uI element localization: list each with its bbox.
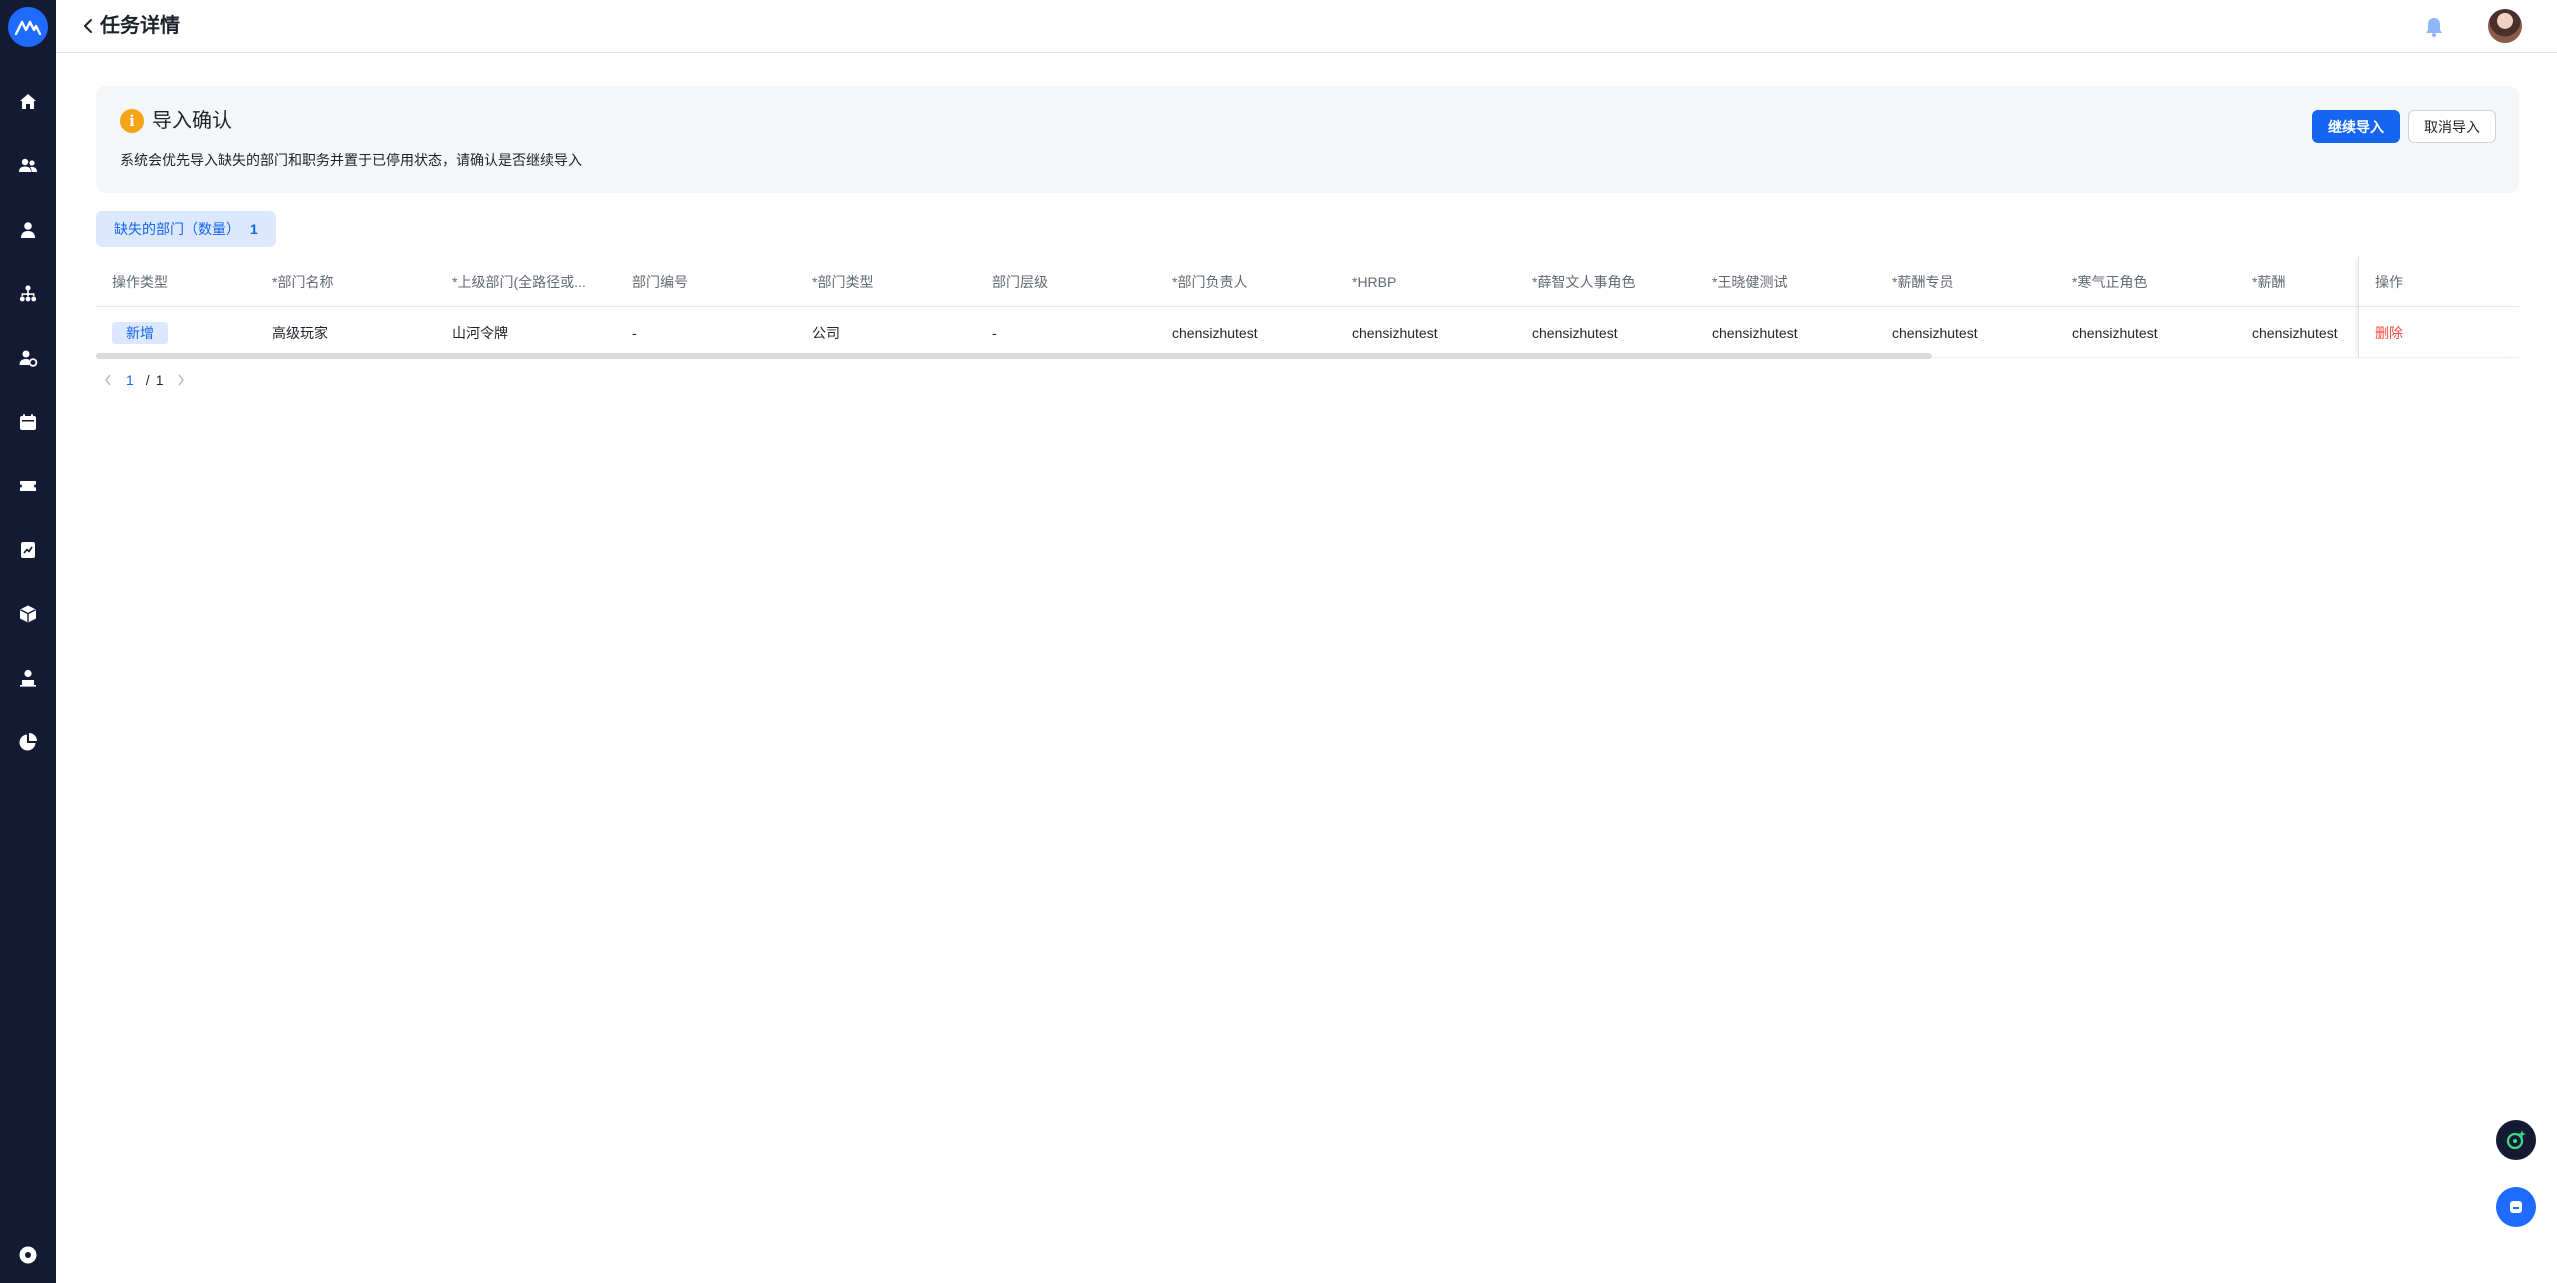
person-icon (21, 222, 35, 238)
chat-icon (2510, 1201, 2522, 1213)
tab-missing-departments[interactable]: 缺失的部门（数量） 1 (96, 211, 276, 247)
fixed-operation-column: 操作 删除 (2358, 256, 2519, 358)
col-header-dept-name: *部门名称 (272, 273, 334, 290)
chevron-left-icon (84, 19, 92, 33)
sidebar-settings[interactable] (16, 1243, 40, 1267)
org-chart-icon (19, 285, 37, 302)
chevron-left-icon (105, 374, 111, 386)
cell-dept-manager: chensizhutest (1172, 324, 1258, 341)
tab-count: 1 (250, 221, 258, 237)
cell-op-type: 新增 (112, 307, 252, 358)
sidebar-item-team[interactable] (16, 154, 40, 178)
current-page[interactable]: 1 (126, 372, 134, 388)
table-horizontal-scrollbar[interactable] (96, 353, 1932, 359)
col-header-dept-level: 部门层级 (992, 273, 1048, 290)
home-icon (20, 94, 36, 109)
user-badge-icon (20, 669, 36, 687)
settings-icon (19, 1246, 37, 1264)
pagination: 1 / 1 (100, 368, 189, 392)
op-type-tag: 新增 (112, 321, 168, 344)
sidebar-item-ticket[interactable] (16, 474, 40, 498)
continue-import-button[interactable]: 继续导入 (2312, 110, 2400, 143)
sidebar-item-cube[interactable] (16, 602, 40, 626)
sidebar-item-user-settings[interactable] (16, 346, 40, 370)
cell-dept-code: - (632, 324, 637, 341)
col-header-op-type: 操作类型 (112, 273, 168, 290)
col-header-payroll-specialist: *薪酬专员 (1892, 273, 1954, 290)
app-logo[interactable] (8, 7, 48, 47)
sidebar-item-user-badge[interactable] (16, 666, 40, 690)
next-page-button[interactable] (173, 374, 189, 386)
page-header: 任务详情 (56, 0, 2557, 53)
prev-page-button[interactable] (100, 374, 116, 386)
info-icon: i (120, 109, 144, 133)
cell-dept-level: - (992, 324, 997, 341)
sidebar-item-pie[interactable] (16, 730, 40, 754)
sidebar-item-org[interactable] (16, 282, 40, 306)
help-chat-button[interactable] (2496, 1187, 2536, 1227)
team-icon (19, 158, 37, 172)
col-header-hr-role: *薛智文人事角色 (1532, 273, 1636, 290)
departments-table: 操作类型 *部门名称 *上级部门(全路径或... 部门编号 *部门类型 部门层级… (96, 256, 2519, 360)
cell-dept-name: 高级玩家 (272, 324, 328, 341)
table-row: 新增 高级玩家 山河令牌 - 公司 - chensizhutest chensi… (96, 307, 2519, 358)
back-button[interactable] (76, 14, 100, 38)
user-settings-icon (19, 350, 38, 367)
delete-row-button[interactable]: 删除 (2375, 307, 2403, 358)
confirm-description: 系统会优先导入缺失的部门和职务并置于已停用状态，请确认是否继续导入 (120, 152, 582, 168)
cell-payroll: chensizhutest (2252, 324, 2338, 341)
chevron-right-icon (178, 374, 185, 386)
pie-chart-icon (19, 733, 37, 751)
cell-hr-role: chensizhutest (1532, 324, 1618, 341)
bell-icon (2426, 18, 2442, 37)
col-header-payroll: *薪酬 (2252, 273, 2286, 290)
calendar-icon (20, 414, 36, 430)
app-root: 任务详情 i 导入确认 系统会优先导入缺失的部门和职务并置于已停用状态，请确认是… (0, 0, 2557, 1283)
notification-button[interactable] (2423, 16, 2445, 38)
sidebar-item-home[interactable] (16, 90, 40, 114)
cell-hrbp: chensizhutest (1352, 324, 1438, 341)
table-header: 操作类型 *部门名称 *上级部门(全路径或... 部门编号 *部门类型 部门层级… (96, 256, 2519, 307)
import-confirm-panel: i 导入确认 系统会优先导入缺失的部门和职务并置于已停用状态，请确认是否继续导入… (96, 86, 2519, 193)
total-pages: 1 (155, 372, 164, 388)
cell-role: chensizhutest (2072, 324, 2158, 341)
col-header-dept-manager: *部门负责人 (1172, 273, 1248, 290)
col-header-dept-code: 部门编号 (632, 273, 688, 290)
sidebar-item-report[interactable] (16, 538, 40, 562)
col-header-operation: 操作 (2375, 273, 2403, 290)
tab-label: 缺失的部门（数量） (114, 221, 240, 237)
page-title: 任务详情 (100, 15, 180, 37)
confirm-title: 导入确认 (152, 110, 232, 132)
user-avatar[interactable] (2488, 9, 2522, 43)
cell-parent-dept: 山河令牌 (452, 324, 508, 341)
ai-assistant-icon (2506, 1130, 2526, 1150)
cell-dept-type: 公司 (812, 324, 840, 341)
sidebar-item-calendar[interactable] (16, 410, 40, 434)
cube-icon (20, 605, 36, 623)
ticket-icon (20, 481, 36, 491)
cell-test: chensizhutest (1712, 324, 1798, 341)
col-header-role: *寒气正角色 (2072, 273, 2148, 290)
col-header-parent-dept: *上级部门(全路径或... (452, 273, 586, 290)
page-separator: / (145, 372, 150, 388)
ai-assistant-button[interactable] (2496, 1120, 2536, 1160)
sidebar-item-person[interactable] (16, 218, 40, 242)
sidebar (0, 0, 56, 1283)
col-header-dept-type: *部门类型 (812, 273, 874, 290)
col-header-hrbp: *HRBP (1352, 273, 1397, 290)
cell-payroll-specialist: chensizhutest (1892, 324, 1978, 341)
cancel-import-button[interactable]: 取消导入 (2408, 110, 2496, 143)
logo-icon (15, 20, 41, 36)
col-header-test: *王晓健测试 (1712, 273, 1788, 290)
report-icon (21, 542, 35, 558)
